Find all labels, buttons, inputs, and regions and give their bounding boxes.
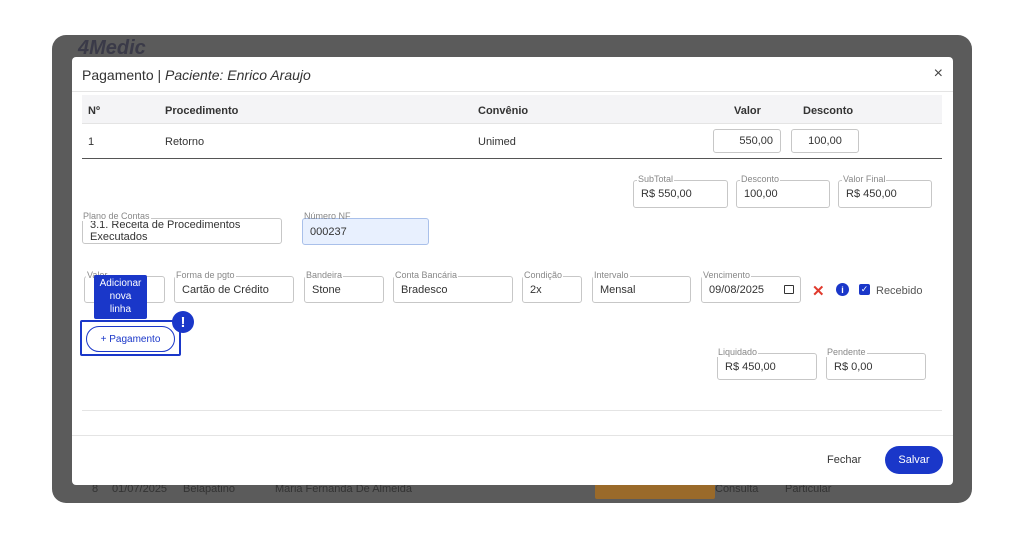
payment-modal: Pagamento | Paciente: Enrico Araujo × Nº… xyxy=(72,57,953,485)
table-bottom-divider xyxy=(82,158,942,159)
pendente-label: Pendente xyxy=(826,347,867,357)
subtotal-field: R$ 550,00 xyxy=(633,180,728,208)
total-desconto-label: Desconto xyxy=(740,174,781,184)
add-line-tooltip: Adicionar nova linha xyxy=(94,275,147,319)
tooltip-line-3: linha xyxy=(109,304,132,315)
forma-pgto-label: Forma de pgto xyxy=(175,270,236,280)
exclamation-icon: ! xyxy=(172,311,194,333)
remove-line-icon[interactable]: ✕ xyxy=(812,282,825,300)
col-header-desconto: Desconto xyxy=(803,105,854,117)
plano-de-contas-label: Plano de Contas xyxy=(82,211,151,221)
bandeira-label: Bandeira xyxy=(305,270,344,280)
intervalo-label: Intervalo xyxy=(593,270,630,280)
desconto-input[interactable]: 100,00 xyxy=(791,129,859,153)
col-header-convenio: Convênio xyxy=(478,105,529,117)
liquidado-label: Liquidado xyxy=(717,347,759,357)
info-icon[interactable]: i xyxy=(836,283,849,296)
condicao-label: Condição xyxy=(523,270,564,280)
add-payment-button[interactable]: + Pagamento xyxy=(86,326,175,352)
conta-bancaria-label: Conta Bancária xyxy=(394,270,459,280)
recebido-checkbox[interactable]: ✓ xyxy=(859,284,870,295)
row-procedimento: Retorno xyxy=(165,136,205,148)
row-n: 1 xyxy=(88,136,95,148)
tooltip-line-2: nova xyxy=(109,291,132,302)
intervalo-select[interactable]: Mensal xyxy=(592,276,691,303)
tooltip-line-1: Adicionar xyxy=(99,278,142,289)
subtotal-label: SubTotal xyxy=(637,174,675,184)
col-header-procedimento: Procedimento xyxy=(165,105,239,117)
valor-input[interactable]: 550,00 xyxy=(713,129,781,153)
modal-title: Pagamento | Paciente: Enrico Araujo xyxy=(82,67,311,83)
footer-divider xyxy=(72,435,953,436)
header-divider xyxy=(72,91,953,92)
vencimento-label: Vencimento xyxy=(702,270,752,280)
forma-pgto-select[interactable]: Cartão de Crédito xyxy=(174,276,294,303)
total-desconto-field: 100,00 xyxy=(736,180,830,208)
plano-de-contas-select[interactable]: 3.1. Receita de Procedimentos Executados xyxy=(82,218,282,244)
salvar-button[interactable]: Salvar xyxy=(885,446,943,474)
conta-bancaria-select[interactable]: Bradesco xyxy=(393,276,513,303)
table-divider xyxy=(82,123,942,124)
bandeira-select[interactable]: Stone xyxy=(304,276,384,303)
col-header-valor: Valor xyxy=(734,105,761,117)
numero-nf-input[interactable]: 000237 xyxy=(302,218,429,245)
valor-final-field: R$ 450,00 xyxy=(838,180,932,208)
numero-nf-label: Número NF xyxy=(304,211,351,221)
valor-final-label: Valor Final xyxy=(842,174,887,184)
fechar-button[interactable]: Fechar xyxy=(827,454,861,466)
recebido-label: Recebido xyxy=(876,285,923,297)
condicao-select[interactable]: 2x xyxy=(522,276,582,303)
col-header-n: Nº xyxy=(88,105,100,117)
close-icon[interactable]: × xyxy=(934,65,943,83)
content-divider xyxy=(82,410,942,411)
modal-title-prefix: Pagamento | xyxy=(82,67,166,83)
row-convenio: Unimed xyxy=(478,136,516,148)
calendar-icon[interactable] xyxy=(784,285,794,294)
liquidado-field: R$ 450,00 xyxy=(717,353,817,380)
pendente-field: R$ 0,00 xyxy=(826,353,926,380)
modal-title-patient: Paciente: Enrico Araujo xyxy=(165,67,311,83)
